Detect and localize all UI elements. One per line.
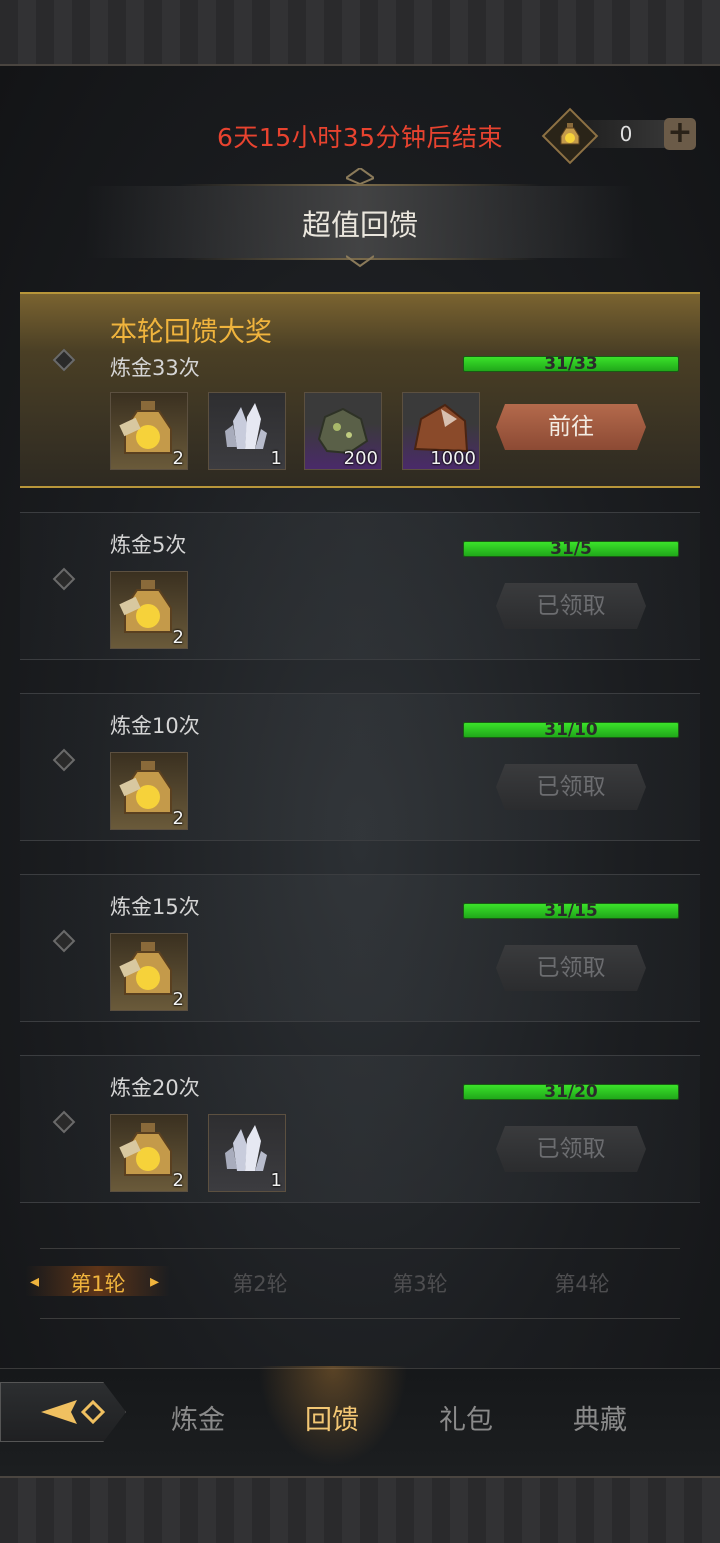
currency-count: 0 <box>619 122 633 146</box>
progress-bar: 31/20 <box>463 1082 679 1102</box>
diamond-icon <box>52 748 76 772</box>
progress-text: 31/20 <box>544 1082 598 1102</box>
rounds-divider-top <box>40 1248 680 1249</box>
reward-tier-card: 炼金10次 31/10 2 已领取 <box>20 693 700 841</box>
round-tab-4[interactable]: 第4轮 <box>522 1268 642 1298</box>
round-tab-3[interactable]: 第3轮 <box>360 1268 480 1298</box>
item-quantity: 2 <box>172 989 184 1010</box>
round-tab-2[interactable]: 第2轮 <box>200 1268 320 1298</box>
grand-prize-card: 本轮回馈大奖 炼金33次 31/33 2 1 200 1000 前往 <box>20 292 700 488</box>
diamond-icon <box>52 929 76 953</box>
potion-icon <box>556 121 584 149</box>
crystal-icon <box>225 403 267 449</box>
top-ornament-border <box>0 0 720 66</box>
progress-text: 31/15 <box>544 901 598 921</box>
diamond-icon <box>52 348 76 372</box>
potion-icon <box>119 580 172 633</box>
item-quantity: 2 <box>172 808 184 829</box>
claimed-button[interactable]: 已领取 <box>496 1126 646 1172</box>
reward-item[interactable]: 1000 <box>402 392 480 470</box>
currency-display: 0 + <box>541 107 698 165</box>
reward-tier-card: 炼金15次 31/15 2 已领取 <box>20 874 700 1022</box>
nav-collection[interactable]: 典藏 <box>550 1398 650 1437</box>
diamond-icon <box>52 1110 76 1134</box>
ornament-icon <box>346 255 374 268</box>
progress-bar: 31/15 <box>463 901 679 921</box>
nav-feedback[interactable]: 回馈 <box>282 1398 382 1437</box>
potion-icon <box>119 942 172 995</box>
grand-prize-title: 本轮回馈大奖 <box>110 317 272 348</box>
progress-bar: 31/10 <box>463 720 679 740</box>
tier-label: 炼金10次 <box>110 714 200 738</box>
potion-icon <box>119 401 172 454</box>
plus-icon: + <box>667 115 693 150</box>
tier-label: 炼金33次 <box>110 356 200 380</box>
item-quantity: 2 <box>172 627 184 648</box>
progress-bar: 31/33 <box>463 354 679 374</box>
add-currency-button[interactable]: + <box>664 118 696 150</box>
claimed-button[interactable]: 已领取 <box>496 945 646 991</box>
go-button[interactable]: 前往 <box>496 404 646 450</box>
item-quantity: 2 <box>172 448 184 469</box>
progress-text: 31/10 <box>544 720 598 740</box>
tier-label: 炼金5次 <box>110 533 187 557</box>
bottom-ornament-border <box>0 1476 720 1543</box>
reward-item[interactable]: 2 <box>110 392 188 470</box>
crystal-icon <box>225 1125 267 1171</box>
claimed-button[interactable]: 已领取 <box>496 583 646 629</box>
progress-text: 31/33 <box>544 354 598 374</box>
reward-tier-card: 炼金20次 31/20 2 1 已领取 <box>20 1055 700 1203</box>
back-arrow-icon <box>41 1399 106 1425</box>
reward-tier-card: 炼金5次 31/5 2 已领取 <box>20 512 700 660</box>
reward-item[interactable]: 2 <box>110 571 188 649</box>
potion-icon <box>119 1123 172 1176</box>
nav-gift-pack[interactable]: 礼包 <box>416 1398 516 1437</box>
ornament-icon <box>346 168 374 184</box>
round-tab-1[interactable]: 第1轮 <box>38 1268 158 1298</box>
item-quantity: 1 <box>270 1170 282 1191</box>
claimed-button[interactable]: 已领取 <box>496 764 646 810</box>
reward-item[interactable]: 200 <box>304 392 382 470</box>
progress-bar: 31/5 <box>463 539 679 559</box>
back-button[interactable] <box>0 1382 126 1442</box>
item-quantity: 2 <box>172 1170 184 1191</box>
tier-label: 炼金15次 <box>110 895 200 919</box>
item-quantity: 200 <box>343 448 378 469</box>
reward-item[interactable]: 2 <box>110 1114 188 1192</box>
item-quantity: 1 <box>270 448 282 469</box>
potion-icon <box>119 761 172 814</box>
reward-item[interactable]: 2 <box>110 933 188 1011</box>
tier-label: 炼金20次 <box>110 1076 200 1100</box>
diamond-icon <box>52 567 76 591</box>
item-quantity: 1000 <box>430 448 476 469</box>
nav-alchemy[interactable]: 炼金 <box>148 1398 248 1437</box>
reward-item[interactable]: 1 <box>208 392 286 470</box>
reward-item[interactable]: 1 <box>208 1114 286 1192</box>
page-title: 超值回馈 <box>301 208 418 242</box>
reward-item[interactable]: 2 <box>110 752 188 830</box>
rounds-divider-bottom <box>40 1318 680 1319</box>
progress-text: 31/5 <box>550 539 592 559</box>
